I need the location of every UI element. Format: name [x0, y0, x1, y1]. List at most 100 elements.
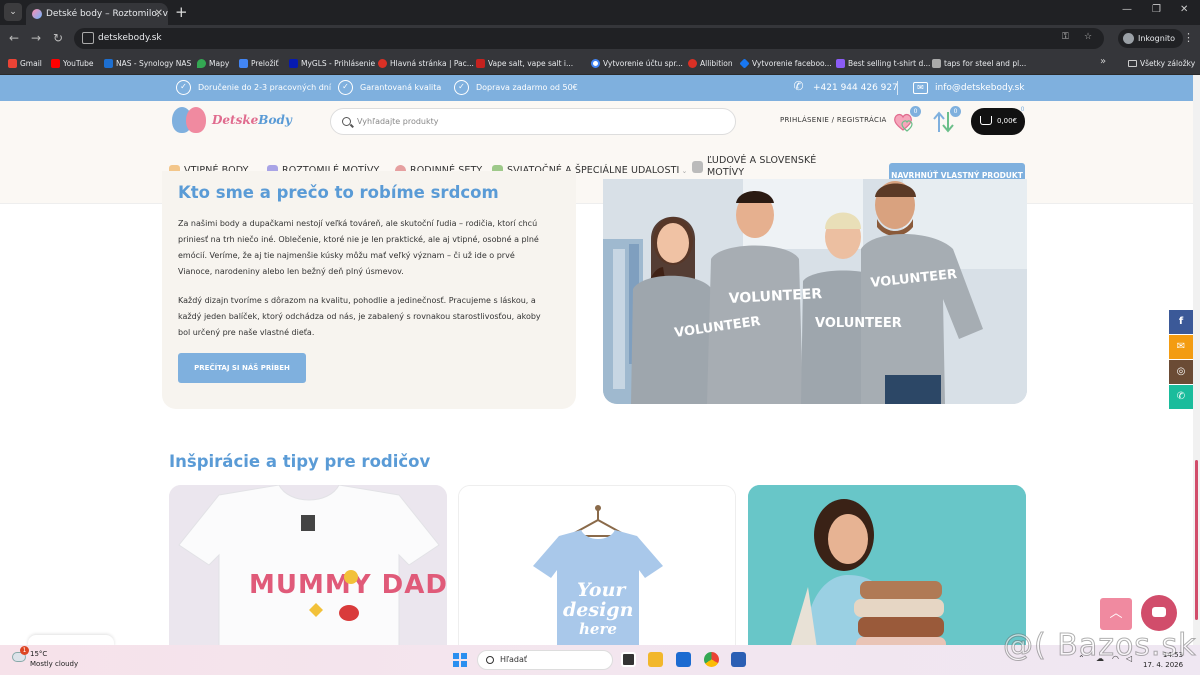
weather-desc: Mostly cloudy [30, 660, 79, 668]
team-photo: VOLUNTEER VOLUNTEER VOLUNTEER VOLUNTEER [603, 179, 1027, 404]
address-bar[interactable]: detskebody.sk ⚿ ☆ [74, 28, 1104, 49]
cart-count: 0 [1020, 106, 1025, 113]
page-scrollbar[interactable] [1193, 75, 1200, 645]
new-tab-icon[interactable]: + [175, 3, 188, 21]
bookmark-taps[interactable]: taps for steel and pl... [932, 52, 1026, 75]
search-box [330, 108, 736, 135]
chrome-icon[interactable] [704, 652, 719, 667]
mail-icon: ✉ [1176, 341, 1186, 352]
browser-tab[interactable]: Detské body – Roztomilo, vtipn ✕ [26, 3, 168, 25]
browser-toolbar: ← → ↻ detskebody.sk ⚿ ☆ Inkognito ⋮ [0, 25, 1200, 52]
key-icon[interactable]: ⚿ [1062, 32, 1069, 42]
vape-icon [476, 59, 485, 68]
site-info-icon[interactable] [82, 32, 94, 44]
window-close-icon[interactable]: ✕ [1180, 4, 1188, 15]
word-icon[interactable] [731, 652, 746, 667]
back-icon[interactable]: ← [9, 31, 19, 45]
logo-text: DetskeBody [212, 113, 292, 127]
nav-folk-slovak[interactable]: ĽUDOVÉ A SLOVENSKÉ MOTÍVY [692, 155, 827, 179]
email-link[interactable]: ✉ info@detskebody.sk [913, 75, 1025, 101]
bookmark-mygls[interactable]: MyGLS - Prihlásenie [289, 52, 375, 75]
folder-icon [1128, 60, 1137, 67]
phone-link[interactable]: ✆ +421 944 426 927 [791, 75, 897, 101]
bookmark-star-icon[interactable]: ☆ [1084, 32, 1092, 42]
store-icon[interactable] [676, 652, 691, 667]
tab-search-icon[interactable]: ⌄ [4, 3, 22, 21]
bookmark-youtube[interactable]: YouTube [51, 52, 94, 75]
browser-menu-icon[interactable]: ⋮ [1183, 31, 1194, 44]
cart-total: 0,00€ [997, 117, 1018, 125]
divider [897, 81, 898, 95]
bookmark-allibition[interactable]: Allibition [688, 52, 733, 75]
info-bar: ✓ Doručenie do 2-3 pracovných dní ✓ Garant… [0, 75, 1193, 101]
search-icon [486, 656, 494, 664]
youtube-icon [51, 59, 60, 68]
cart-icon [980, 116, 992, 125]
reload-icon[interactable]: ↻ [53, 31, 63, 45]
bookmark-homepage[interactable]: Hlavná stránka | Pac... [378, 52, 474, 75]
facebook-share[interactable]: f [1169, 310, 1193, 334]
scrollbar-thumb[interactable] [1195, 460, 1198, 620]
search-input[interactable] [357, 109, 727, 134]
about-paragraph-1: Za našimi body a dupačkami nestojí veľká… [178, 219, 539, 276]
bookmark-facebook[interactable]: Vytvorenie faceboo... [739, 52, 832, 75]
all-bookmarks[interactable]: Všetky záložky [1128, 52, 1195, 75]
scroll-to-top-button[interactable]: ︿ [1100, 598, 1132, 630]
chat-button[interactable] [1141, 595, 1177, 631]
about-section: Kto sme a prečo to robíme srdcom Za naši… [162, 171, 576, 409]
maximize-icon[interactable]: ❐ [1152, 4, 1161, 15]
weather-widget[interactable]: 1 15°C Mostly cloudy [12, 646, 79, 669]
folk-icon [692, 161, 703, 173]
close-icon[interactable]: ✕ [155, 3, 163, 25]
cart-button[interactable]: 0,00€ 0 [971, 106, 1025, 135]
login-link[interactable]: PRIHLÁSENIE / REGISTRÁCIA [780, 116, 887, 124]
forward-icon[interactable]: → [31, 31, 41, 45]
inspiration-card-3[interactable] [748, 485, 1026, 645]
inspiration-card-1[interactable]: MUMMY DADDY [169, 485, 447, 645]
email-share[interactable]: ✉ [1169, 335, 1193, 359]
bookmark-maps[interactable]: Mapy [197, 52, 229, 75]
check-icon: ✓ [176, 80, 191, 95]
card2-text-3: here [579, 620, 617, 638]
bookmark-nas[interactable]: NAS - Synology NAS [104, 52, 191, 75]
volunteers-illustration: VOLUNTEER VOLUNTEER VOLUNTEER VOLUNTEER [603, 179, 1027, 404]
browser-tabbar: ⌄ Detské body – Roztomilo, vtipn ✕ + — ❐… [0, 0, 1200, 25]
inspiration-title: Inšpirácie a tipy pre rodičov [169, 452, 431, 471]
bookmark-account[interactable]: Vytvorenie účtu spr... [591, 52, 683, 75]
bazos-watermark: @( Bazos.sk [1002, 628, 1197, 664]
file-explorer-icon[interactable] [648, 652, 663, 667]
taps-icon [932, 59, 941, 68]
web-page: ✓ Doručenie do 2-3 pracovných dní ✓ Garant… [0, 75, 1193, 645]
tab-title: Detské body – Roztomilo, vtipn [46, 9, 168, 19]
bookmarks-overflow-icon[interactable]: » [1100, 56, 1106, 67]
bookmarks-bar: Gmail YouTube NAS - Synology NAS Mapy Pr… [0, 52, 1200, 75]
shirt-text-3: VOLUNTEER [815, 316, 902, 331]
bookmark-gmail[interactable]: Gmail [8, 52, 42, 75]
shield-icon [378, 59, 387, 68]
card2-text-2: design [563, 599, 633, 621]
incognito-indicator[interactable]: Inkognito [1118, 29, 1184, 48]
mail-icon: ✉ [913, 82, 928, 94]
whatsapp-share[interactable]: ✆ [1169, 385, 1193, 409]
task-view-icon[interactable] [621, 652, 636, 667]
bookmark-tshirt[interactable]: Best selling t-shirt d... [836, 52, 930, 75]
minimize-icon[interactable]: — [1122, 4, 1132, 15]
bodysuit-image: MUMMY DADDY [169, 485, 447, 645]
tshirt-mockup-image: Your design here [459, 486, 735, 645]
weather-temp: 15°C [30, 650, 48, 658]
logo-icon [172, 107, 208, 133]
taskbar-search[interactable]: Hľadať [477, 650, 613, 670]
compare-button[interactable]: 0 [931, 106, 961, 134]
allibition-icon [688, 59, 697, 68]
instagram-share[interactable]: ◎ [1169, 360, 1193, 384]
tshirt-icon [836, 59, 845, 68]
inspiration-card-2[interactable]: Your design here [458, 485, 736, 645]
windows-start-icon[interactable] [453, 653, 467, 667]
bookmark-vape[interactable]: Vape salt, vape salt i... [476, 52, 573, 75]
bookmark-translate[interactable]: Preložiť [239, 52, 279, 75]
search-icon[interactable] [342, 117, 351, 126]
floating-widget[interactable] [28, 635, 114, 645]
about-title: Kto sme a prečo to robíme srdcom [178, 183, 499, 202]
read-story-button[interactable]: PREČÍTAJ SI NÁŠ PRÍBEH [178, 353, 306, 383]
wishlist-button[interactable]: 0 [891, 106, 921, 134]
